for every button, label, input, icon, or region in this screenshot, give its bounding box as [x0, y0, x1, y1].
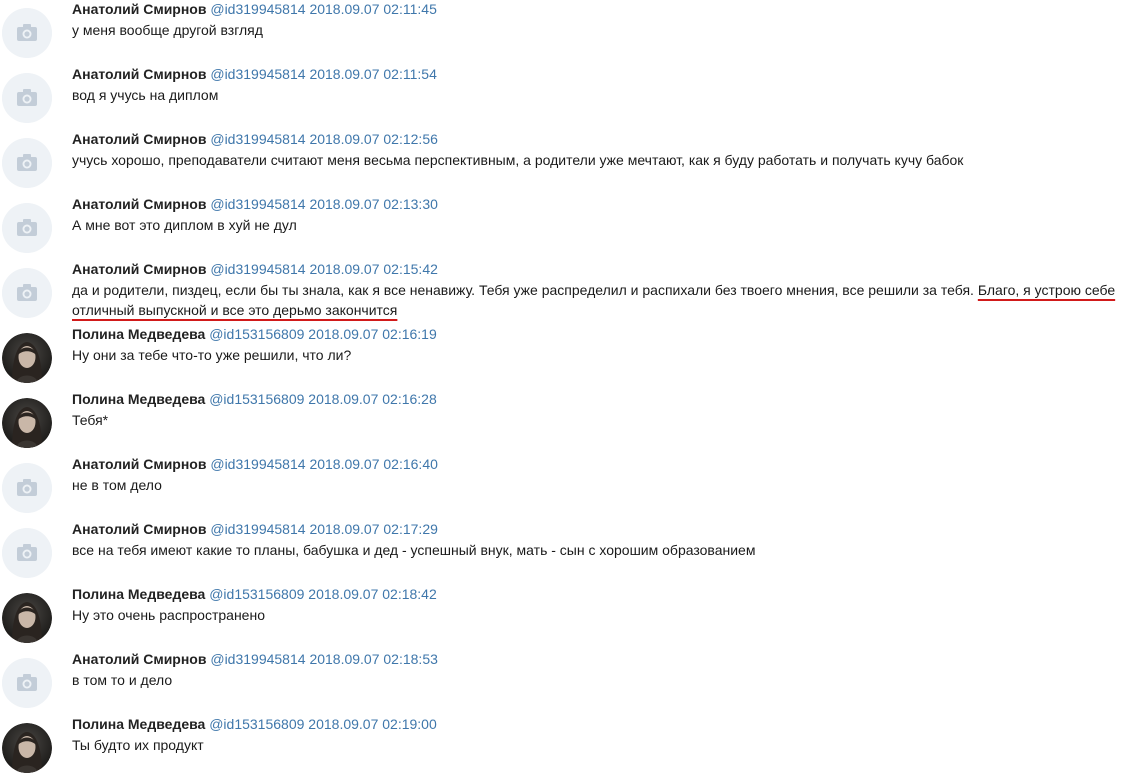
message-header: Полина Медведева @id153156809 2018.09.07… — [72, 325, 437, 343]
message-text-plain: Ну это очень распространено — [72, 607, 265, 623]
message-header: Анатолий Смирнов @id319945814 2018.09.07… — [72, 130, 438, 148]
author-name[interactable]: Анатолий Смирнов — [72, 651, 206, 667]
message-text: вод я учусь на диплом — [72, 85, 1138, 105]
message-text: учусь хорошо, преподаватели считают меня… — [72, 150, 1138, 170]
author-handle[interactable]: @id153156809 — [209, 586, 304, 602]
avatar[interactable] — [2, 398, 52, 448]
author-name[interactable]: Анатолий Смирнов — [72, 521, 206, 537]
avatar[interactable] — [2, 593, 52, 643]
message-timestamp[interactable]: 2018.09.07 02:19:00 — [308, 716, 436, 732]
message-header: Полина Медведева @id153156809 2018.09.07… — [72, 585, 437, 603]
message-text-plain: Тебя* — [72, 412, 109, 428]
message-header: Анатолий Смирнов @id319945814 2018.09.07… — [72, 650, 438, 668]
message-text-plain: не в том дело — [72, 477, 162, 493]
message-text: не в том дело — [72, 475, 1138, 495]
profile-photo — [2, 398, 52, 448]
message-header: Анатолий Смирнов @id319945814 2018.09.07… — [72, 455, 438, 473]
author-handle[interactable]: @id319945814 — [210, 196, 305, 212]
message-header: Полина Медведева @id153156809 2018.09.07… — [72, 715, 437, 733]
message-timestamp[interactable]: 2018.09.07 02:18:42 — [308, 586, 436, 602]
message-text: все на тебя имеют какие то планы, бабушк… — [72, 540, 1138, 560]
author-handle[interactable]: @id153156809 — [209, 391, 304, 407]
message-timestamp[interactable]: 2018.09.07 02:15:42 — [309, 261, 437, 277]
author-handle[interactable]: @id319945814 — [210, 521, 305, 537]
profile-photo — [2, 333, 52, 383]
author-name[interactable]: Полина Медведева — [72, 586, 205, 602]
avatar[interactable] — [2, 138, 52, 188]
message-text: у меня вообще другой взгляд — [72, 20, 1138, 40]
message-text-plain: А мне вот это диплом в хуй не дул — [72, 217, 297, 233]
avatar[interactable] — [2, 333, 52, 383]
message-timestamp[interactable]: 2018.09.07 02:16:40 — [309, 456, 437, 472]
author-handle[interactable]: @id319945814 — [210, 651, 305, 667]
avatar[interactable] — [2, 268, 52, 318]
message-text-plain: да и родители, пиздец, если бы ты знала,… — [72, 282, 978, 298]
message-text: да и родители, пиздец, если бы ты знала,… — [72, 280, 1138, 320]
author-name[interactable]: Полина Медведева — [72, 326, 205, 342]
author-handle[interactable]: @id319945814 — [210, 261, 305, 277]
message-text-plain: Ты будто их продукт — [72, 737, 204, 753]
message-timestamp[interactable]: 2018.09.07 02:16:28 — [308, 391, 436, 407]
camera-icon — [2, 138, 52, 188]
camera-icon — [2, 528, 52, 578]
author-handle[interactable]: @id319945814 — [210, 131, 305, 147]
message-header: Анатолий Смирнов @id319945814 2018.09.07… — [72, 520, 438, 538]
message-timestamp[interactable]: 2018.09.07 02:12:56 — [309, 131, 437, 147]
avatar[interactable] — [2, 73, 52, 123]
avatar[interactable] — [2, 463, 52, 513]
avatar[interactable] — [2, 203, 52, 253]
profile-photo — [2, 723, 52, 773]
message-timestamp[interactable]: 2018.09.07 02:11:54 — [309, 66, 436, 82]
message-text: в том то и дело — [72, 670, 1138, 690]
camera-icon — [2, 8, 52, 58]
message-timestamp[interactable]: 2018.09.07 02:11:45 — [309, 1, 436, 17]
camera-icon — [2, 658, 52, 708]
message-header: Анатолий Смирнов @id319945814 2018.09.07… — [72, 0, 437, 18]
message-text: Ты будто их продукт — [72, 735, 1138, 755]
message-text-plain: в том то и дело — [72, 672, 173, 688]
message-timestamp[interactable]: 2018.09.07 02:16:19 — [308, 326, 436, 342]
author-name[interactable]: Полина Медведева — [72, 716, 205, 732]
message-text: Ну они за тебе что-то уже решили, что ли… — [72, 345, 1138, 365]
author-handle[interactable]: @id319945814 — [210, 456, 305, 472]
author-name[interactable]: Анатолий Смирнов — [72, 1, 206, 17]
camera-icon — [2, 73, 52, 123]
author-name[interactable]: Анатолий Смирнов — [72, 131, 206, 147]
message-text-plain: все на тебя имеют какие то планы, бабушк… — [72, 542, 756, 558]
camera-icon — [2, 463, 52, 513]
avatar[interactable] — [2, 528, 52, 578]
author-name[interactable]: Полина Медведева — [72, 391, 205, 407]
message-text-plain: Ну они за тебе что-то уже решили, что ли… — [72, 347, 352, 363]
profile-photo — [2, 593, 52, 643]
author-name[interactable]: Анатолий Смирнов — [72, 456, 206, 472]
author-name[interactable]: Анатолий Смирнов — [72, 196, 206, 212]
message-header: Полина Медведева @id153156809 2018.09.07… — [72, 390, 437, 408]
message-text-plain: у меня вообще другой взгляд — [72, 22, 263, 38]
camera-icon — [2, 268, 52, 318]
message-text-plain: вод я учусь на диплом — [72, 87, 219, 103]
avatar[interactable] — [2, 723, 52, 773]
camera-icon — [2, 203, 52, 253]
author-name[interactable]: Анатолий Смирнов — [72, 66, 206, 82]
author-handle[interactable]: @id153156809 — [209, 716, 304, 732]
message-header: Анатолий Смирнов @id319945814 2018.09.07… — [72, 260, 438, 278]
message-header: Анатолий Смирнов @id319945814 2018.09.07… — [72, 195, 438, 213]
message-text: Тебя* — [72, 410, 1138, 430]
author-handle[interactable]: @id319945814 — [210, 66, 305, 82]
avatar[interactable] — [2, 658, 52, 708]
message-text: Ну это очень распространено — [72, 605, 1138, 625]
message-text: А мне вот это диплом в хуй не дул — [72, 215, 1138, 235]
message-text-plain: учусь хорошо, преподаватели считают меня… — [72, 152, 964, 168]
message-timestamp[interactable]: 2018.09.07 02:17:29 — [309, 521, 437, 537]
message-timestamp[interactable]: 2018.09.07 02:13:30 — [309, 196, 437, 212]
avatar[interactable] — [2, 8, 52, 58]
message-timestamp[interactable]: 2018.09.07 02:18:53 — [309, 651, 437, 667]
author-handle[interactable]: @id153156809 — [209, 326, 304, 342]
author-handle[interactable]: @id319945814 — [210, 1, 305, 17]
message-header: Анатолий Смирнов @id319945814 2018.09.07… — [72, 65, 437, 83]
author-name[interactable]: Анатолий Смирнов — [72, 261, 206, 277]
